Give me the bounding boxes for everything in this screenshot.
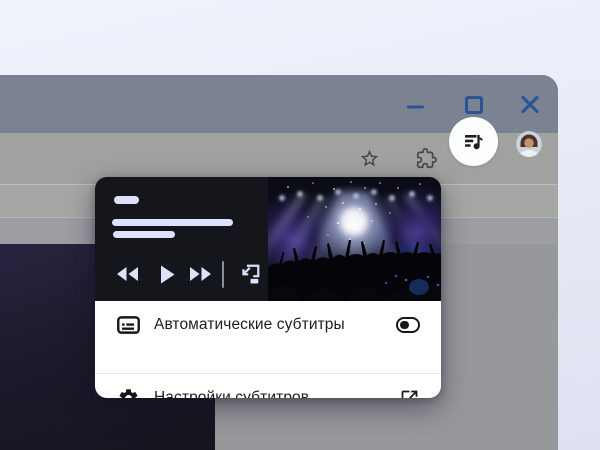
picture-in-picture-icon (237, 262, 262, 287)
settings-gear-icon (116, 386, 140, 398)
captions-icon (116, 315, 140, 335)
captions-toggle[interactable] (396, 317, 420, 333)
media-artwork (268, 177, 441, 301)
star-icon (359, 148, 380, 169)
global-media-controls-button[interactable] (459, 126, 489, 156)
menu-item-automatic-captions[interactable]: Автоматические субтитры (95, 301, 441, 349)
captions-menu: Автоматические субтитры Настройки субтит… (95, 301, 441, 398)
rewind-icon (116, 266, 140, 282)
bookmark-star-button[interactable] (357, 146, 381, 170)
fast-forward-icon (188, 266, 212, 282)
close-button[interactable] (518, 94, 542, 118)
media-source-placeholder (113, 231, 175, 239)
extensions-button[interactable] (414, 146, 438, 170)
minimize-button[interactable] (404, 93, 428, 115)
playlist-music-note-icon (462, 129, 486, 153)
media-title-placeholder (114, 196, 139, 204)
play-button[interactable] (159, 264, 175, 284)
media-session-card (95, 177, 441, 301)
menu-item-caption-settings[interactable]: Настройки субтитров (95, 374, 441, 398)
play-icon (160, 265, 175, 284)
maximize-button[interactable] (462, 94, 486, 118)
toggle-knob (400, 321, 408, 329)
close-icon (521, 96, 539, 113)
concert-photo (268, 177, 441, 301)
profile-avatar-button[interactable] (516, 131, 542, 157)
open-in-new-icon (398, 387, 420, 398)
media-button-highlight (449, 117, 498, 166)
extensions-puzzle-icon (416, 148, 437, 169)
previous-track-button[interactable] (115, 265, 141, 283)
next-track-button[interactable] (187, 265, 213, 283)
media-controls-popup: Автоматические субтитры Настройки субтит… (95, 177, 441, 398)
controls-divider (222, 261, 224, 288)
caption-settings-label: Настройки субтитров (154, 389, 398, 398)
automatic-captions-label: Автоматические субтитры (154, 316, 396, 334)
media-artist-placeholder (112, 219, 233, 227)
picture-in-picture-button[interactable] (235, 261, 263, 288)
minimize-icon (407, 105, 425, 109)
maximize-icon (465, 96, 483, 114)
avatar-photo (516, 131, 542, 157)
desktop-background: Автоматические субтитры Настройки субтит… (0, 0, 600, 450)
